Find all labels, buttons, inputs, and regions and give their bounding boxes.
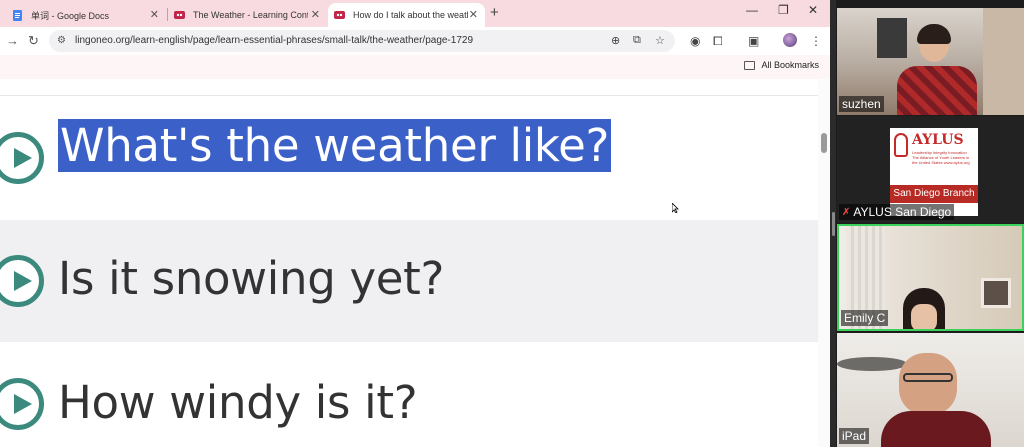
close-icon[interactable]: ✕ — [311, 8, 320, 21]
aylus-logo: AYLUS Leadership Integrity Innovation Th… — [890, 128, 978, 216]
reload-icon[interactable]: ↻ — [28, 33, 39, 49]
phrase-text: What's the weather like? — [58, 119, 612, 172]
forward-icon[interactable]: → — [6, 33, 19, 48]
participant-tile-aylus[interactable]: AYLUS Leadership Integrity Innovation Th… — [837, 116, 1024, 223]
minimize-button[interactable]: — — [746, 3, 758, 17]
new-tab-button[interactable]: + — [490, 4, 499, 21]
logo-subtitle: Leadership Integrity Innovation The Alli… — [912, 150, 970, 165]
bookmarks-bar: All Bookmarks — [0, 55, 830, 77]
resize-handle[interactable] — [832, 212, 835, 236]
google-docs-icon — [13, 9, 22, 21]
install-app-icon[interactable]: ⧉ — [633, 34, 641, 47]
screenshot-icon[interactable]: ▣ — [748, 34, 759, 48]
tab-title: The Weather - Learning Content — [193, 10, 308, 20]
url-text: lingoneo.org/learn-english/page/learn-es… — [75, 35, 474, 46]
extension-icon[interactable]: ◉ — [690, 34, 700, 48]
scrollbar-thumb[interactable] — [821, 133, 827, 153]
participant-name: iPad — [839, 428, 870, 444]
participant-name: Emily C — [841, 310, 889, 326]
profile-avatar[interactable] — [783, 33, 797, 47]
menu-icon[interactable]: ⋮ — [810, 34, 822, 48]
maximize-button[interactable]: ❐ — [778, 3, 789, 17]
bookmark-star-icon[interactable]: ☆ — [655, 34, 665, 47]
browser-window: 单词 - Google Docs ✕ The Weather - Learnin… — [0, 0, 830, 447]
close-icon[interactable]: ✕ — [150, 8, 159, 21]
phrase-text: How windy is it? — [58, 376, 418, 429]
mouse-cursor-icon — [672, 203, 679, 213]
close-window-button[interactable]: ✕ — [808, 3, 818, 17]
phrase-row: Is it snowing yet? — [0, 220, 818, 342]
folder-icon — [744, 60, 756, 70]
participant-shirt — [881, 411, 991, 447]
tab-title: How do I talk about the weather — [353, 10, 468, 20]
close-icon[interactable]: ✕ — [469, 8, 478, 21]
participant-glasses — [903, 373, 953, 382]
mic-muted-icon: ✗ — [842, 206, 851, 218]
play-audio-icon[interactable] — [0, 132, 44, 184]
address-bar[interactable]: ⚙ lingoneo.org/learn-english/page/learn-… — [49, 30, 675, 52]
phrase-text: Is it snowing yet? — [58, 252, 445, 305]
lingoneo-icon — [174, 10, 185, 19]
participant-tile-ipad[interactable]: iPad — [837, 333, 1024, 447]
phrase-row: How windy is it? — [0, 342, 818, 447]
participant-name: suzhen — [839, 96, 884, 112]
site-info-icon[interactable]: ⚙ — [57, 35, 66, 46]
participant-face — [911, 304, 937, 329]
background-monitor — [877, 18, 907, 58]
all-bookmarks-button[interactable]: All Bookmarks — [744, 60, 819, 70]
browser-toolbar: → ↻ ⚙ lingoneo.org/learn-english/page/le… — [0, 27, 830, 55]
tab-talk-about-weather[interactable]: How do I talk about the weather ✕ — [328, 3, 485, 27]
background-room — [983, 8, 1024, 115]
play-audio-icon[interactable] — [0, 378, 44, 430]
all-bookmarks-label: All Bookmarks — [761, 60, 819, 70]
ceiling-fan — [837, 357, 907, 371]
tab-weather-learning-content[interactable]: The Weather - Learning Content ✕ — [168, 3, 327, 27]
extensions-puzzle-icon[interactable]: ⧠ — [713, 34, 723, 49]
logo-word: AYLUS — [912, 132, 964, 148]
page-scrollbar[interactable] — [818, 79, 830, 447]
divider — [0, 95, 818, 96]
participant-tile-emily[interactable]: Emily C — [837, 224, 1024, 331]
play-audio-icon[interactable] — [0, 255, 44, 307]
participant-tile-suzhen[interactable]: suzhen — [837, 8, 1024, 115]
zoom-icon[interactable]: ⊕ — [611, 34, 620, 47]
page-content: What's the weather like? Is it snowing y… — [0, 79, 818, 447]
logo-branch: San Diego Branch — [890, 185, 978, 203]
background-frame — [981, 278, 1011, 308]
participant-hair — [917, 24, 951, 44]
phrase-row: What's the weather like? — [0, 97, 818, 219]
participant-name: ✗ AYLUS San Diego — [839, 204, 955, 220]
participant-face — [899, 353, 957, 415]
tab-strip: 单词 - Google Docs ✕ The Weather - Learnin… — [0, 0, 830, 27]
lightbulb-icon — [894, 133, 908, 157]
participant-shirt — [897, 66, 977, 115]
tab-title: 单词 - Google Docs — [31, 10, 110, 21]
tab-google-docs[interactable]: 单词 - Google Docs ✕ — [6, 3, 166, 27]
lingoneo-icon — [334, 10, 345, 19]
